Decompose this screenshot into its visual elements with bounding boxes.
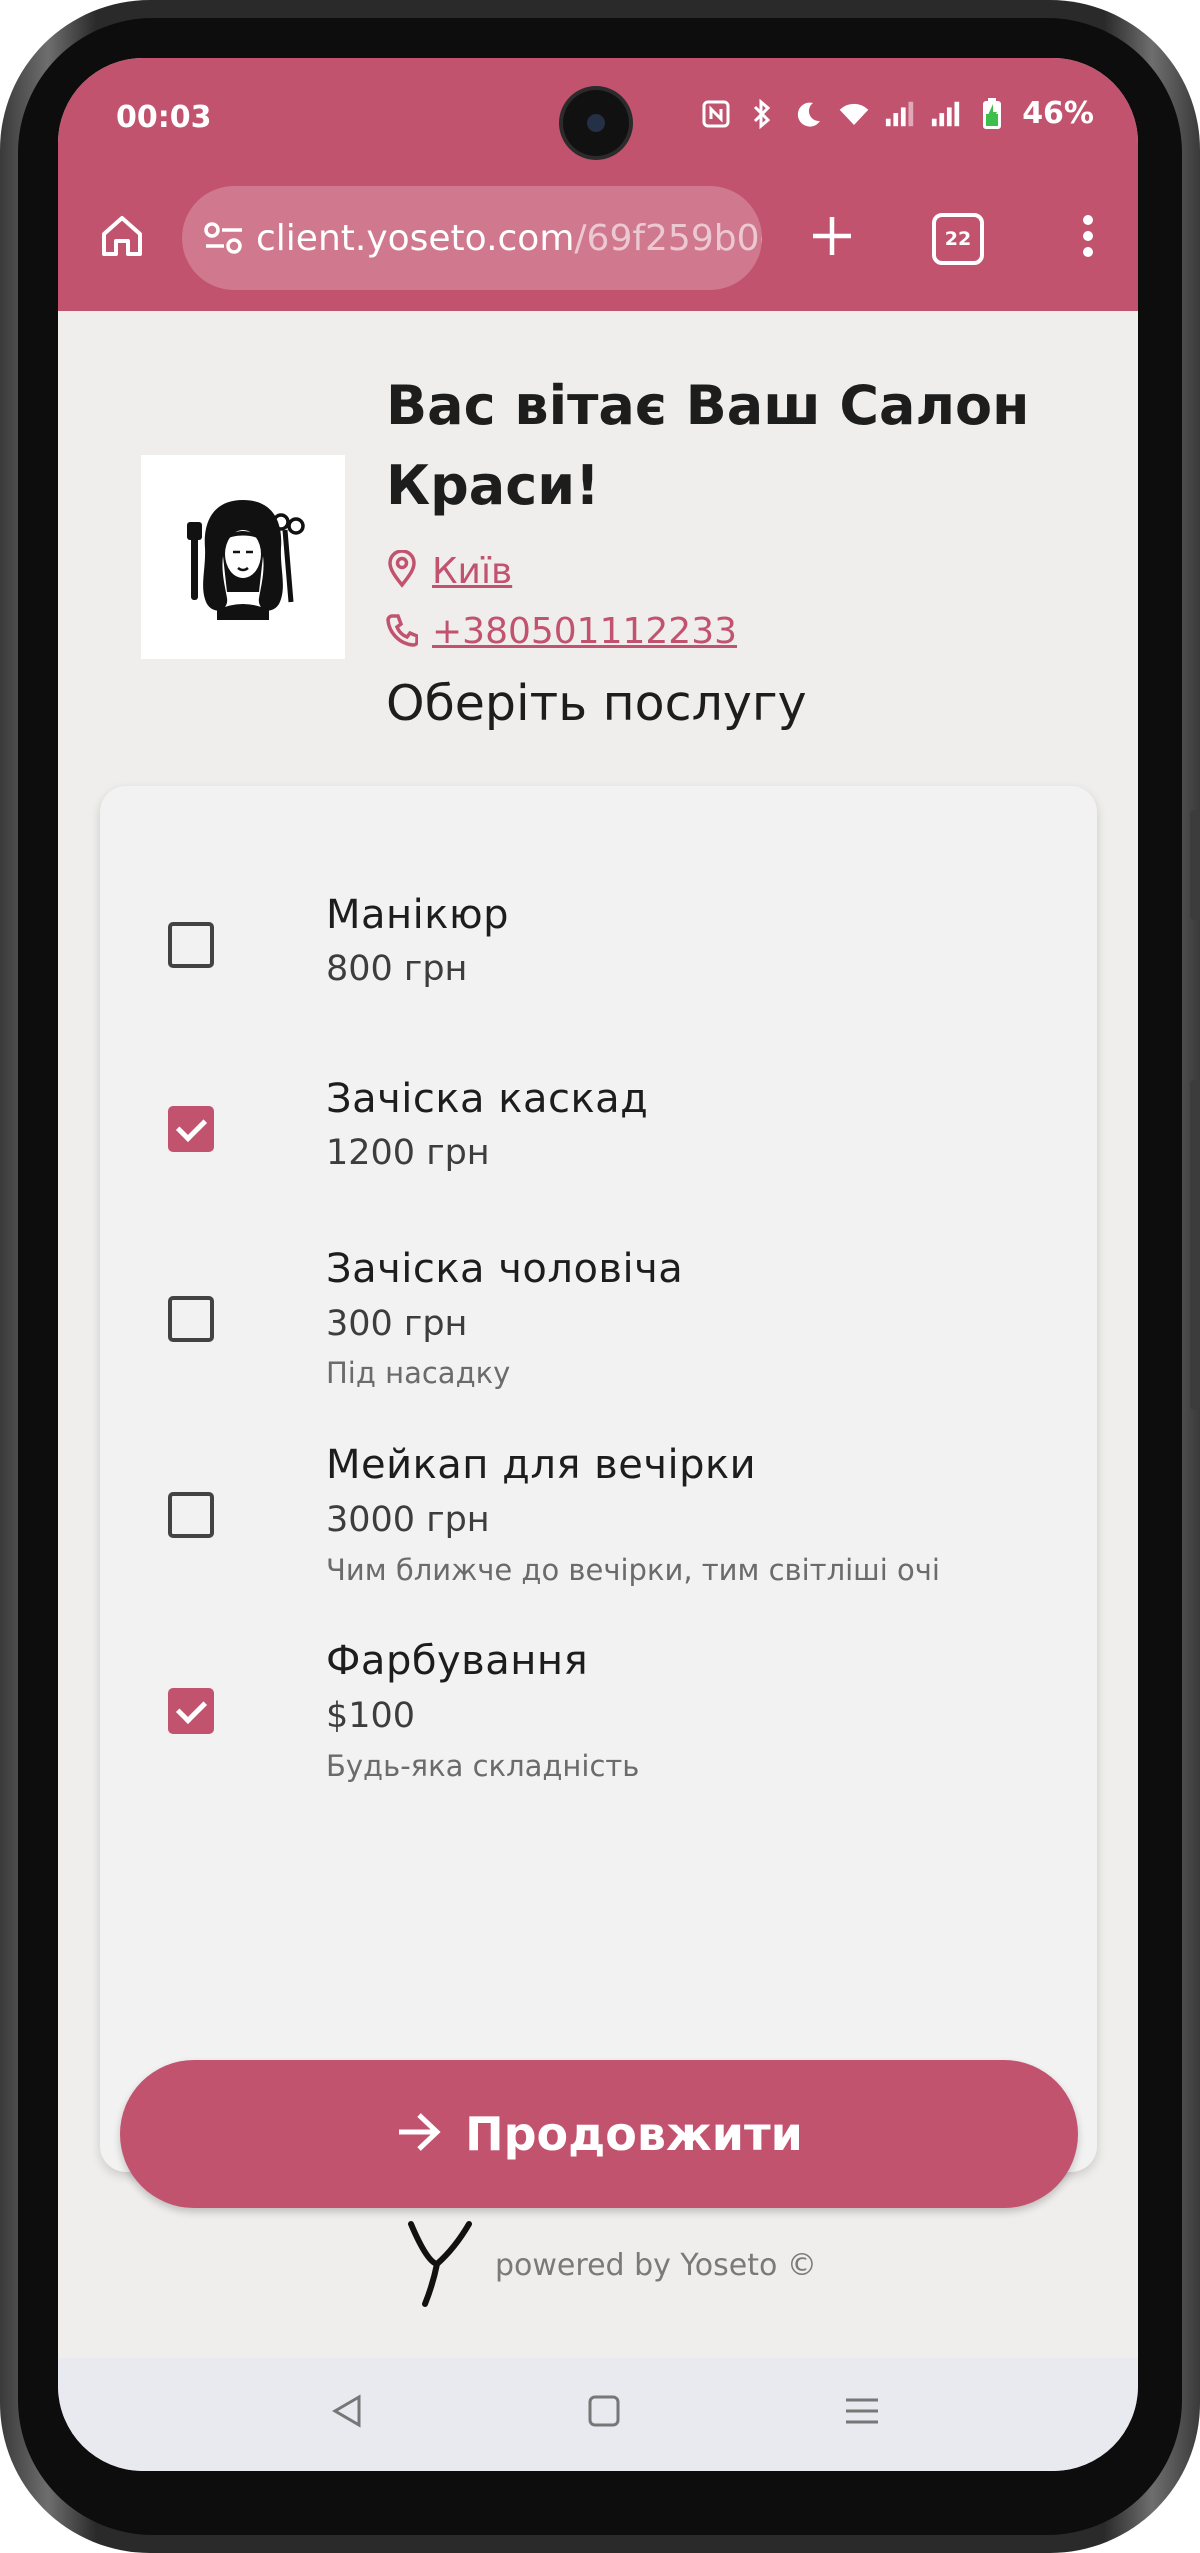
signal-icon <box>884 98 916 130</box>
service-checkbox[interactable] <box>168 1106 214 1152</box>
plus-icon <box>810 214 854 262</box>
choose-service-title: Оберіть послугу <box>386 675 807 732</box>
url-bar[interactable]: client.yoseto.com/69f259b0c <box>182 186 762 290</box>
continue-button-label: Продовжити <box>465 2107 803 2161</box>
service-checkbox[interactable] <box>168 1492 214 1538</box>
service-note: Будь-яка складність <box>326 1749 640 1783</box>
service-note: Під насадку <box>326 1356 511 1390</box>
powered-by-text: powered by Yoseto © <box>495 2247 817 2283</box>
battery-charging-icon <box>976 97 1008 130</box>
browser-top-bar: 00:03 46% client.yoseto.com/69f259b0c 22 <box>58 58 1138 311</box>
phone-link[interactable]: +380501112233 <box>432 611 737 652</box>
arrow-right-icon <box>395 2110 443 2158</box>
service-name: Манікюр <box>326 892 510 938</box>
status-time: 00:03 <box>116 100 212 135</box>
powered-by: powered by Yoseto © <box>405 2218 817 2312</box>
location-pin-icon <box>386 549 418 592</box>
salon-title: Вас вітає Ваш Салон Краси! <box>386 374 1030 517</box>
front-camera <box>563 90 629 156</box>
recents-lines-icon <box>843 2395 881 2431</box>
screen: 00:03 46% client.yoseto.com/69f259b0c 22… <box>58 58 1138 2471</box>
new-tab-button[interactable] <box>800 206 864 270</box>
browser-menu-button[interactable] <box>1068 206 1108 270</box>
url-path: /69f259b0c <box>574 217 762 259</box>
url-host: client.yoseto.com <box>256 217 575 259</box>
phone-row: +380501112233 <box>386 611 737 652</box>
url-text[interactable]: client.yoseto.com/69f259b0c <box>256 218 762 259</box>
service-name: Фарбування <box>326 1638 589 1684</box>
battery-percent: 46% <box>1022 96 1094 131</box>
power-button <box>1190 1080 1200 1410</box>
service-price: 800 грн <box>326 949 468 989</box>
tab-switcher-button[interactable]: 22 <box>932 213 984 265</box>
service-price: $100 <box>326 1696 416 1736</box>
service-name: Зачіска чоловіча <box>326 1246 684 1292</box>
wifi-icon <box>838 98 870 130</box>
continue-button[interactable]: Продовжити <box>120 2060 1078 2208</box>
yoseto-logo <box>405 2218 475 2312</box>
nav-home-button[interactable] <box>574 2388 634 2438</box>
service-price: 1200 грн <box>326 1133 490 1173</box>
signal-icon <box>930 98 962 130</box>
nav-recents-button[interactable] <box>832 2388 892 2438</box>
salon-logo <box>141 455 345 659</box>
service-price: 3000 грн <box>326 1500 490 1540</box>
status-icons: 46% <box>700 96 1094 131</box>
nfc-icon <box>700 98 732 130</box>
do-not-disturb-icon <box>792 98 824 130</box>
system-navigation-bar <box>58 2358 1138 2471</box>
service-name: Мейкап для вечірки <box>326 1442 757 1488</box>
city-link[interactable]: Київ <box>432 551 512 592</box>
phone-icon <box>386 613 419 651</box>
more-vert-icon <box>1081 214 1095 262</box>
city-row: Київ <box>386 549 512 592</box>
home-square-icon <box>587 2394 621 2432</box>
service-price: 300 грн <box>326 1304 468 1344</box>
bluetooth-icon <box>746 98 778 130</box>
nav-back-button[interactable] <box>316 2388 376 2438</box>
service-checkbox[interactable] <box>168 1688 214 1734</box>
home-icon <box>98 212 146 264</box>
volume-button <box>1190 810 1200 920</box>
service-checkbox[interactable] <box>168 1296 214 1342</box>
service-name: Зачіска каскад <box>326 1076 649 1122</box>
service-checkbox[interactable] <box>168 922 214 968</box>
back-triangle-icon <box>329 2393 363 2433</box>
services-card: Манікюр 800 грн Зачіска каскад 1200 грн … <box>100 786 1097 2208</box>
service-note: Чим ближче до вечірки, тим світліші очі <box>326 1553 940 1587</box>
home-button[interactable] <box>92 208 152 268</box>
site-settings-icon[interactable] <box>202 218 246 258</box>
salon-logo-image <box>187 500 305 620</box>
